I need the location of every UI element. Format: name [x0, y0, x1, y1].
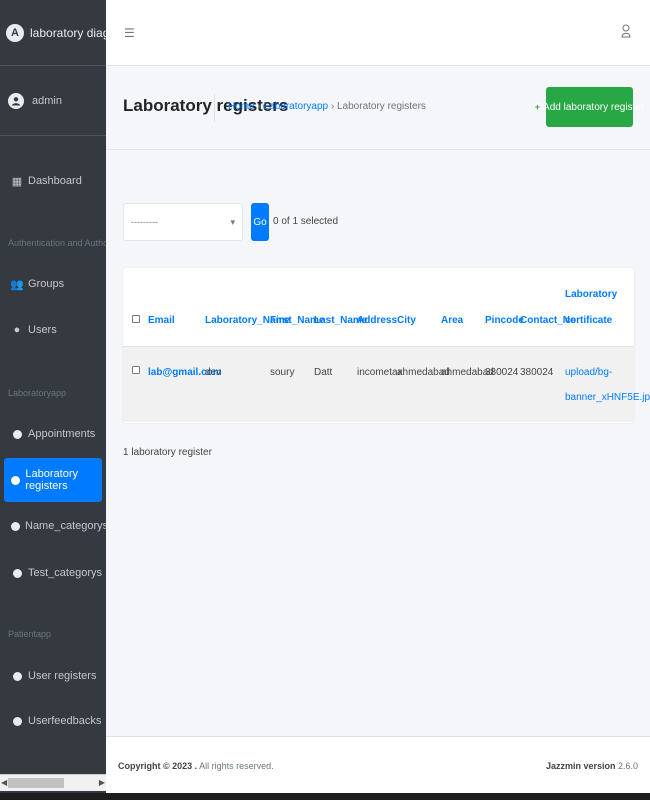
- go-button[interactable]: Go: [251, 203, 269, 241]
- dashboard-icon: ▦: [11, 175, 23, 188]
- bottom-edge: [0, 793, 650, 800]
- user-icon: ●: [13, 324, 21, 336]
- table-header-row: Email Laboratory_Name First_Name Last_Na…: [123, 268, 634, 346]
- column-header-laboratory-certificate-line2[interactable]: certificate: [565, 315, 612, 326]
- circle-icon: [11, 568, 23, 578]
- sidebar-item-test-categorys[interactable]: Test_categorys: [4, 553, 102, 593]
- circle-icon: [11, 716, 23, 726]
- sidebar-item-dashboard[interactable]: ▦ Dashboard: [4, 161, 102, 201]
- cell-last-name: Datt: [314, 367, 333, 378]
- action-select[interactable]: --------- ▾: [123, 203, 243, 241]
- add-laboratory-register-button[interactable]: + Add laboratory register: [534, 87, 644, 127]
- menu-toggle-icon[interactable]: ☰: [124, 26, 135, 40]
- cell-first-name: soury: [270, 367, 295, 378]
- cell-address: incometax: [357, 367, 403, 378]
- sidebar-item-label: Dashboard: [28, 175, 82, 187]
- title-divider: [214, 94, 215, 122]
- row-checkbox[interactable]: [132, 366, 140, 374]
- sidebar-item-name-categorys[interactable]: Name_categorys: [4, 506, 106, 546]
- column-header-area[interactable]: Area: [441, 315, 463, 326]
- scrollbar-thumb[interactable]: [8, 778, 64, 788]
- brand-logo: A: [6, 23, 24, 42]
- circle-icon: [11, 671, 23, 681]
- brand-name: laboratory diagnosis sy: [30, 25, 106, 40]
- sidebar-item-label: Users: [28, 324, 57, 336]
- breadcrumb-current: Laboratory registers: [337, 101, 426, 112]
- sidebar-item-groups[interactable]: 👥 Groups: [4, 264, 102, 304]
- cell-pincode: 380024: [485, 367, 519, 378]
- chevron-down-icon: ▾: [230, 216, 235, 227]
- select-all-checkbox[interactable]: [132, 315, 140, 323]
- sidebar-item-label: Name_categorys: [25, 520, 106, 532]
- sidebar-item-label: Test_categorys: [28, 567, 102, 579]
- user-name: admin: [32, 94, 62, 107]
- column-header-pincode[interactable]: Pincode: [485, 315, 524, 326]
- footer: Copyright © 2023 . All rights reserved. …: [106, 736, 650, 793]
- breadcrumb: Home › Laboratoryapp › Laboratory regist…: [228, 101, 426, 112]
- plus-circle-icon: +: [534, 101, 541, 112]
- breadcrumb-app[interactable]: Laboratoryapp: [264, 101, 329, 112]
- selected-count: 0 of 1 selected: [273, 216, 339, 227]
- footer-version: Jazzmin version 2.6.0: [545, 761, 638, 771]
- cell-contact-no: 380024: [520, 367, 554, 378]
- nav-header-patient: Patientapp: [8, 629, 52, 639]
- sidebar-item-label: Userfeedbacks: [28, 715, 102, 727]
- user-panel[interactable]: admin: [0, 66, 106, 136]
- add-button-label: Add laboratory register: [543, 101, 645, 113]
- breadcrumb-home[interactable]: Home: [228, 101, 255, 112]
- results-table: Email Laboratory_Name First_Name Last_Na…: [123, 268, 650, 423]
- action-select-value: ---------: [131, 217, 158, 227]
- sidebar-item-label: Appointments: [28, 428, 96, 440]
- column-header-city[interactable]: City: [397, 315, 416, 326]
- cell-laboratory-name: dev: [205, 367, 222, 378]
- column-header-address[interactable]: Address: [357, 315, 397, 326]
- nav-header-auth: Authentication and Authorization: [8, 238, 106, 248]
- sidebar-horizontal-scrollbar[interactable]: ◀ ▶: [0, 774, 106, 791]
- table-row: lab@gmail.com dev soury Datt incometax a…: [123, 346, 650, 422]
- circle-icon: [11, 521, 20, 531]
- result-count: 1 laboratory register: [123, 447, 212, 458]
- users-group-icon: 👥: [10, 278, 24, 291]
- content-header: Laboratory registers Home › Laboratoryap…: [106, 66, 650, 150]
- scroll-right-icon[interactable]: ▶: [99, 778, 105, 787]
- circle-icon: [11, 475, 21, 485]
- top-navbar: ☰: [106, 0, 650, 66]
- breadcrumb-separator: ›: [257, 101, 261, 112]
- sidebar-item-userfeedbacks[interactable]: Userfeedbacks: [4, 701, 102, 741]
- sidebar: A laboratory diagnosis sy admin ▦ Dashbo…: [0, 0, 106, 793]
- breadcrumb-separator: ›: [330, 101, 335, 112]
- column-header-laboratory-certificate-line1[interactable]: Laboratory: [565, 289, 617, 300]
- nav-header-lab: Laboratoryapp: [8, 388, 67, 398]
- footer-copyright: Copyright © 2023 . All rights reserved.: [118, 761, 274, 771]
- scroll-left-icon[interactable]: ◀: [1, 778, 7, 787]
- cell-certificate-link-line1[interactable]: upload/bg-: [565, 367, 612, 378]
- column-header-email[interactable]: Email: [148, 315, 175, 326]
- user-avatar-icon: [8, 92, 24, 109]
- sidebar-item-appointments[interactable]: Appointments: [4, 414, 102, 454]
- sidebar-item-label: Groups: [28, 278, 65, 290]
- sidebar-item-laboratory-registers[interactable]: Laboratory registers: [4, 458, 102, 502]
- cell-certificate-link-line2[interactable]: banner_xHNF5E.jpg: [565, 392, 650, 403]
- sidebar-item-label: Laboratory registers: [25, 468, 78, 492]
- sidebar-item-user-registers[interactable]: User registers: [4, 656, 102, 696]
- sidebar-item-users[interactable]: ● Users: [4, 310, 102, 350]
- brand-link[interactable]: A laboratory diagnosis sy: [0, 0, 106, 66]
- sidebar-item-label: User registers: [28, 670, 97, 682]
- user-menu-icon[interactable]: [621, 24, 631, 41]
- circle-icon: [11, 429, 23, 439]
